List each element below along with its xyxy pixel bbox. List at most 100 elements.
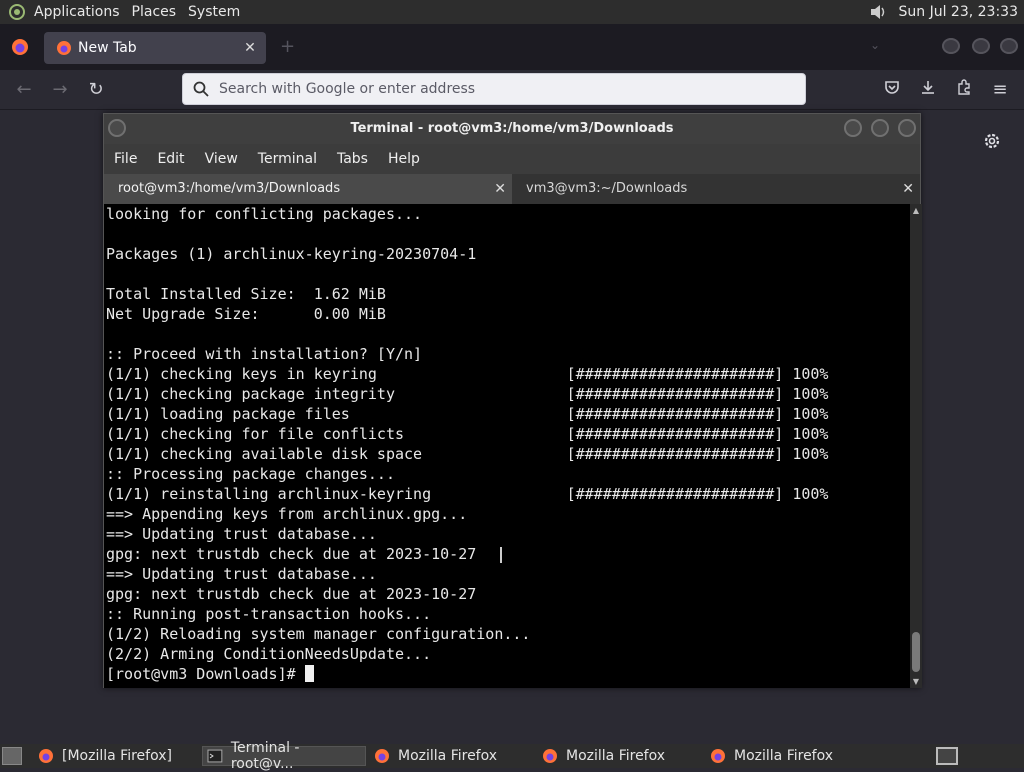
terminal-line: (1/1) checking keys in keyring [########… (106, 364, 910, 384)
terminal-icon (207, 749, 223, 763)
workspace-switcher[interactable] (936, 747, 958, 765)
list-all-tabs-icon[interactable]: ⌄ (870, 38, 880, 52)
minimize-icon[interactable] (844, 119, 862, 137)
menu-help[interactable]: Help (378, 151, 430, 167)
terminal-tab-vm3[interactable]: vm3@vm3:~/Downloads ✕ (512, 174, 920, 204)
terminal-line: looking for conflicting packages... (106, 204, 910, 224)
show-desktop-icon[interactable] (2, 747, 22, 765)
maximize-icon[interactable] (972, 38, 990, 54)
terminal-tab-label: vm3@vm3:~/Downloads (526, 181, 688, 196)
terminal-line: (1/1) checking available disk space [###… (106, 444, 910, 464)
menu-applications[interactable]: Applications (28, 0, 126, 24)
terminal-line-text: (1/1) loading package files [###########… (106, 405, 829, 423)
scroll-down-icon[interactable]: ▼ (912, 677, 920, 686)
search-icon (193, 81, 209, 97)
taskbar-label: Mozilla Firefox (734, 748, 834, 764)
firefox-icon (543, 749, 557, 763)
minimize-icon[interactable] (942, 38, 960, 54)
menu-terminal[interactable]: Terminal (248, 151, 327, 167)
terminal-output[interactable]: looking for conflicting packages... Packa… (104, 204, 910, 688)
scrollbar-thumb[interactable] (912, 632, 920, 672)
reload-icon[interactable]: ↻ (84, 78, 108, 102)
terminal-line-text: :: Running post-transaction hooks... (106, 605, 432, 623)
terminal-line: :: Running post-transaction hooks... (106, 604, 910, 624)
terminal-scrollbar[interactable]: ▲ ▼ (910, 204, 922, 688)
firefox-nav-bar: ← → ↻ Search with Google or enter addres… (0, 70, 1024, 110)
taskbar-item-firefox-1[interactable]: [Mozilla Firefox] (38, 746, 172, 766)
menu-tabs[interactable]: Tabs (327, 151, 378, 167)
terminal-title-bar[interactable]: Terminal - root@vm3:/home/vm3/Downloads (104, 114, 920, 144)
terminal-line-text: ==> Appending keys from archlinux.gpg... (106, 505, 468, 523)
close-window-icon[interactable] (1000, 38, 1018, 54)
tab-new-tab[interactable]: New Tab ✕ (44, 32, 266, 64)
menu-places[interactable]: Places (126, 0, 183, 24)
bottom-taskbar: [Mozilla Firefox] Terminal - root@v... M… (0, 740, 1024, 772)
firefox-view-icon[interactable] (10, 37, 30, 57)
terminal-line-text: (1/2) Reloading system manager configura… (106, 625, 531, 643)
terminal-line-text: gpg: next trustdb check due at 2023-10-2… (106, 545, 477, 563)
terminal-line-text: gpg: next trustdb check due at 2023-10-2… (106, 585, 477, 603)
terminal-line: Net Upgrade Size: 0.00 MiB (106, 304, 910, 324)
terminal-line-text: (1/1) checking package integrity [######… (106, 385, 829, 403)
back-icon[interactable]: ← (12, 78, 36, 102)
terminal-line: (2/2) Arming ConditionNeedsUpdate... (106, 644, 910, 664)
firefox-icon (375, 749, 389, 763)
terminal-line-text: :: Proceed with installation? [Y/n] (106, 345, 423, 363)
taskbar-item-terminal[interactable]: Terminal - root@v... (202, 740, 366, 772)
menu-hamburger-icon[interactable]: ≡ (988, 78, 1012, 102)
terminal-line: [root@vm3 Downloads]# (106, 664, 910, 684)
url-placeholder: Search with Google or enter address (219, 81, 476, 97)
window-menu-icon[interactable] (108, 119, 126, 137)
terminal-line: ==> Updating trust database... (106, 524, 910, 544)
terminal-line-text: (1/1) checking available disk space [###… (106, 445, 829, 463)
menu-system[interactable]: System (182, 0, 246, 24)
terminal-line: (1/2) Reloading system manager configura… (106, 624, 910, 644)
terminal-tabs: root@vm3:/home/vm3/Downloads ✕ vm3@vm3:~… (104, 174, 920, 204)
firefox-tab-bar: New Tab ✕ + ⌄ (0, 24, 1024, 70)
terminal-window: Terminal - root@vm3:/home/vm3/Downloads … (103, 113, 922, 688)
terminal-line-text: Total Installed Size: 1.62 MiB (106, 285, 386, 303)
taskbar-label: Terminal - root@v... (230, 740, 300, 772)
terminal-line-text: (2/2) Arming ConditionNeedsUpdate... (106, 645, 432, 663)
maximize-icon[interactable] (871, 119, 889, 137)
downloads-icon[interactable] (916, 78, 940, 102)
taskbar-item-firefox-3[interactable]: Mozilla Firefox (542, 746, 665, 766)
new-tab-icon[interactable]: + (280, 36, 295, 57)
terminal-line: :: Proceed with installation? [Y/n] (106, 344, 910, 364)
scroll-up-icon[interactable]: ▲ (912, 206, 920, 215)
taskbar-label: [Mozilla Firefox] (62, 748, 172, 764)
volume-icon[interactable] (869, 3, 887, 21)
menu-edit[interactable]: Edit (147, 151, 194, 167)
terminal-line-text: Net Upgrade Size: 0.00 MiB (106, 305, 386, 323)
terminal-line: gpg: next trustdb check due at 2023-10-2… (106, 584, 910, 604)
close-window-icon[interactable] (898, 119, 916, 137)
tab-close-icon[interactable]: ✕ (240, 40, 260, 56)
forward-icon[interactable]: → (48, 78, 72, 102)
terminal-line: gpg: next trustdb check due at 2023-10-2… (106, 544, 910, 564)
taskbar-item-firefox-2[interactable]: Mozilla Firefox (374, 746, 497, 766)
terminal-title: Terminal - root@vm3:/home/vm3/Downloads (350, 121, 674, 136)
terminal-tab-root[interactable]: root@vm3:/home/vm3/Downloads ✕ (104, 174, 512, 204)
terminal-cursor (304, 665, 314, 682)
pocket-icon[interactable] (880, 78, 904, 102)
terminal-line-text: looking for conflicting packages... (106, 205, 423, 223)
firefox-icon (39, 749, 53, 763)
url-bar[interactable]: Search with Google or enter address (182, 73, 806, 105)
close-tab-icon[interactable]: ✕ (902, 174, 914, 204)
mouse-ibeam-cursor (500, 547, 502, 563)
menu-file[interactable]: File (104, 151, 147, 167)
top-panel: Applications Places System Sun Jul 23, 2… (0, 0, 1024, 24)
extensions-icon[interactable] (952, 78, 976, 102)
distro-logo-icon[interactable] (6, 1, 28, 23)
terminal-line-text: (1/1) reinstalling archlinux-keyring [##… (106, 485, 829, 503)
terminal-line: :: Processing package changes... (106, 464, 910, 484)
gear-icon[interactable] (982, 131, 1002, 151)
menu-view[interactable]: View (195, 151, 248, 167)
clock[interactable]: Sun Jul 23, 23:33 (899, 4, 1019, 20)
close-tab-icon[interactable]: ✕ (494, 174, 506, 204)
terminal-line: ==> Appending keys from archlinux.gpg... (106, 504, 910, 524)
taskbar-item-firefox-4[interactable]: Mozilla Firefox (710, 746, 833, 766)
